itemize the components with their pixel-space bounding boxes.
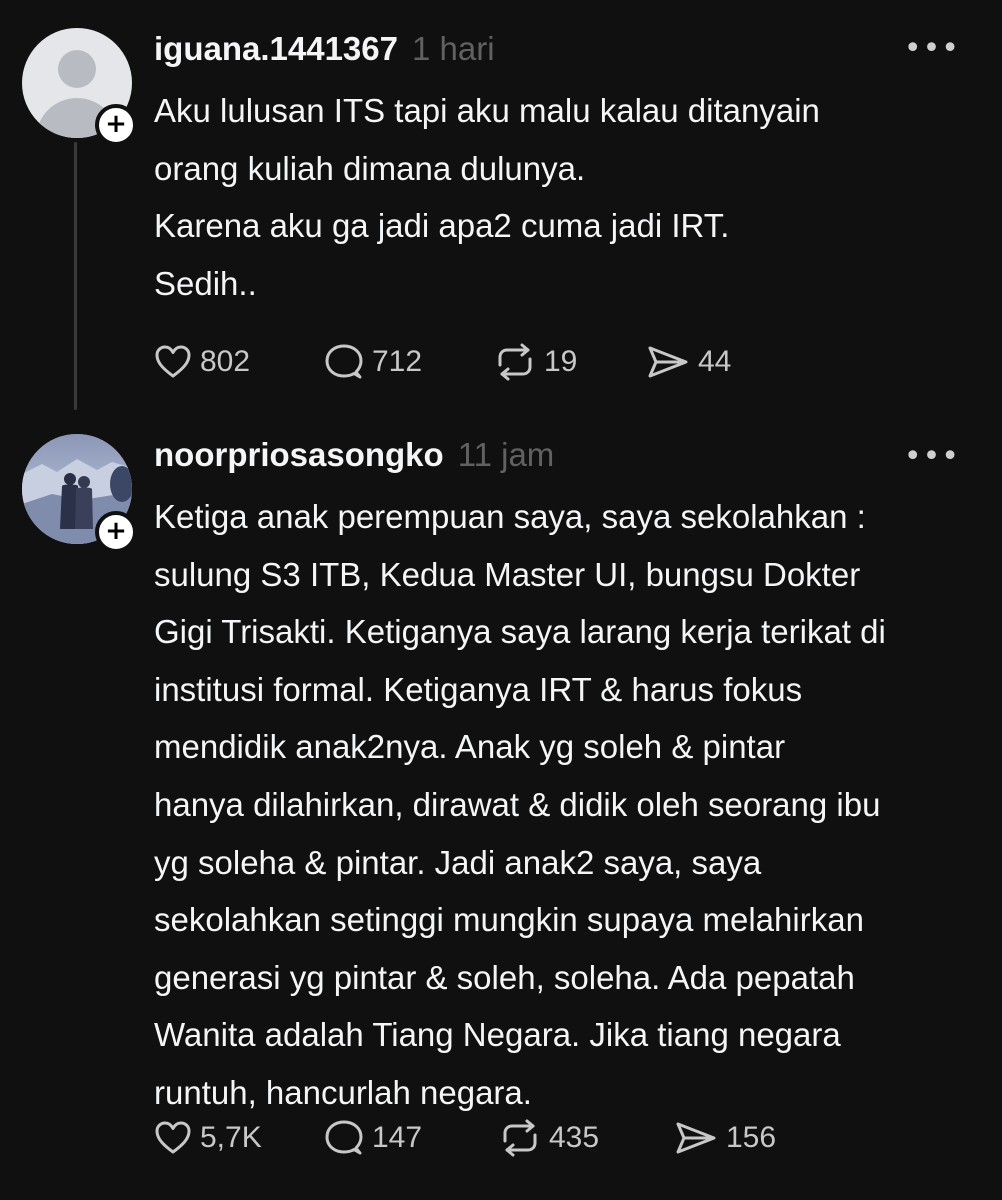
post-text: Aku lulusan ITS tapi aku malu kalau dita… — [154, 92, 820, 302]
timestamp: 11 jam — [457, 436, 555, 473]
comment-bubble-icon — [325, 1120, 363, 1155]
reply-button[interactable]: 147 — [324, 1119, 499, 1157]
repost-arrows-icon — [503, 1119, 537, 1157]
follow-plus-icon[interactable]: + — [95, 104, 137, 146]
like-count: 5,7K — [200, 1121, 262, 1154]
follow-plus-icon[interactable]: + — [95, 511, 137, 553]
repost-count: 19 — [544, 345, 578, 378]
share-count: 156 — [726, 1121, 777, 1154]
send-icon — [676, 1122, 716, 1154]
heart-icon — [155, 345, 191, 378]
username[interactable]: iguana.1441367 — [154, 30, 398, 68]
like-button[interactable]: 5,7K — [154, 1120, 324, 1156]
share-button[interactable]: 44 — [646, 344, 731, 380]
like-count: 802 — [200, 345, 251, 378]
like-button[interactable]: 802 — [154, 344, 324, 380]
repost-button[interactable]: 435 — [499, 1119, 674, 1157]
repost-button[interactable]: 19 — [494, 343, 646, 381]
post-header: iguana.1441367 1 hari — [154, 30, 495, 74]
more-options-icon[interactable]: ••• — [904, 442, 960, 472]
send-icon — [648, 346, 688, 378]
reply-count: 147 — [372, 1121, 423, 1154]
reply-button[interactable]: 712 — [324, 343, 494, 381]
share-count: 44 — [698, 345, 732, 378]
comment-bubble-icon — [325, 344, 363, 379]
timestamp: 1 hari — [412, 30, 495, 67]
post-header: noorpriosasongko 11 jam — [154, 436, 554, 480]
username[interactable]: noorpriosasongko — [154, 436, 444, 474]
post-actions: 802 712 19 44 — [154, 340, 731, 384]
repost-arrows-icon — [498, 343, 532, 381]
thread-post: + iguana.1441367 1 hari ••• Aku lulusan … — [0, 0, 1002, 420]
heart-icon — [155, 1121, 191, 1154]
repost-count: 435 — [549, 1121, 600, 1154]
avatar-head-shape — [58, 50, 96, 88]
share-button[interactable]: 156 — [674, 1120, 776, 1156]
thread-post: + noorpriosasongko 11 jam ••• Ketiga ana… — [0, 420, 1002, 1200]
reply-count: 712 — [372, 345, 423, 378]
post-actions: 5,7K 147 435 156 — [154, 1116, 776, 1160]
post-text: Ketiga anak perempuan saya, saya sekolah… — [154, 498, 886, 1111]
thread-connector-line — [74, 142, 77, 410]
more-options-icon[interactable]: ••• — [904, 34, 960, 64]
